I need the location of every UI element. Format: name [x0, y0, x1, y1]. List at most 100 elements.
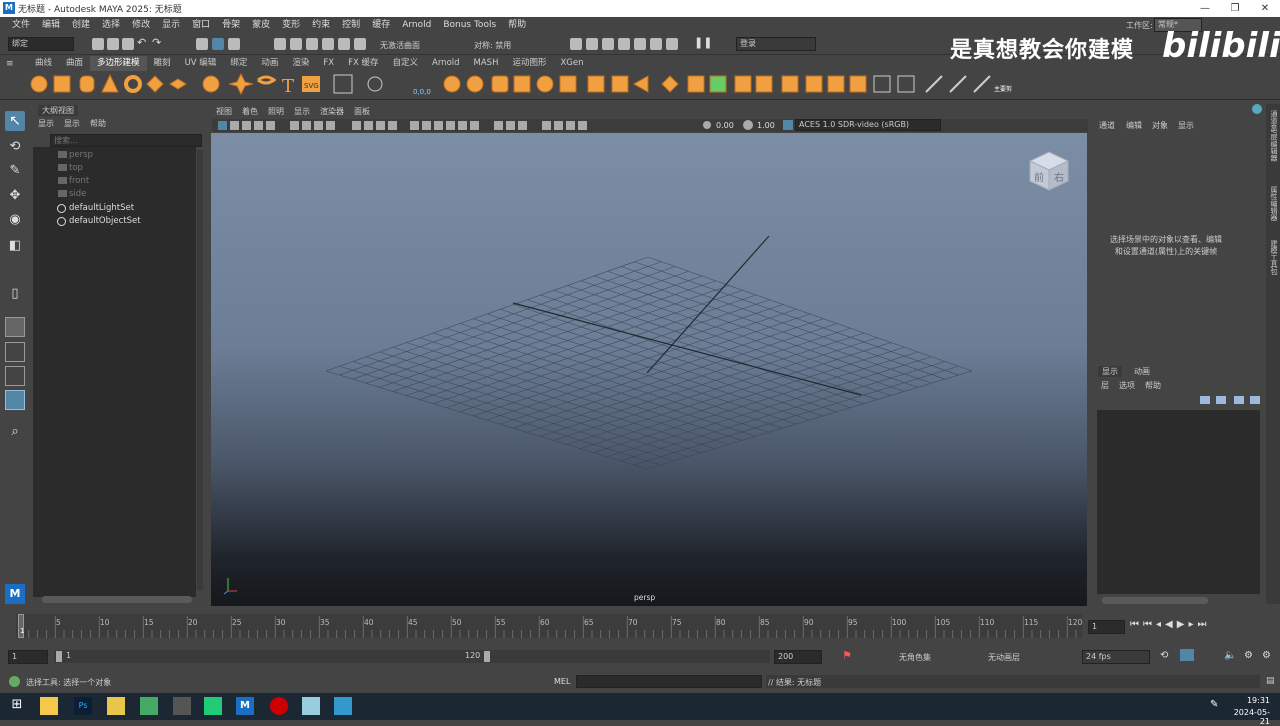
- menu-skeleton[interactable]: 骨架: [216, 17, 246, 34]
- snap-center-icon[interactable]: [338, 38, 350, 50]
- shelf-tab-rendering[interactable]: 渲染: [285, 56, 316, 71]
- recorder-icon[interactable]: [270, 697, 288, 715]
- shelf-tab-curves[interactable]: 曲线: [28, 56, 59, 71]
- viewport-menu-show[interactable]: 显示: [294, 106, 310, 117]
- menu-deform[interactable]: 变形: [276, 17, 306, 34]
- range-start-handle[interactable]: [56, 651, 62, 662]
- fps-dropdown[interactable]: 24 fps: [1082, 650, 1150, 664]
- play-backward-icon[interactable]: ◀: [1165, 619, 1177, 630]
- four-pane-icon[interactable]: [5, 342, 25, 362]
- qq-browser-icon[interactable]: [204, 697, 222, 715]
- save-scene-icon[interactable]: [122, 38, 134, 50]
- outliner-hscrollbar[interactable]: [42, 596, 192, 603]
- shelf-tab-motion-graphics[interactable]: 运动图形: [505, 56, 553, 71]
- ipr-render-icon[interactable]: [602, 38, 614, 50]
- character-set-dropdown[interactable]: 无角色集: [899, 652, 931, 663]
- go-to-start-icon[interactable]: ⏮: [1130, 619, 1143, 630]
- menu-skin[interactable]: 蒙皮: [246, 17, 276, 34]
- paint-select-icon[interactable]: ✎: [5, 161, 25, 181]
- outliner-layout-icon[interactable]: [5, 390, 25, 410]
- undo-icon[interactable]: ↶: [137, 36, 149, 49]
- auto-key-icon[interactable]: ⚑: [842, 649, 852, 662]
- viewport-menu-renderer[interactable]: 渲染器: [320, 106, 344, 117]
- layer-menu-help[interactable]: 帮助: [1145, 380, 1161, 391]
- tab-attribute-editor[interactable]: 属性编辑器: [1267, 186, 1279, 221]
- menu-bonus-tools[interactable]: Bonus Tools: [437, 17, 502, 34]
- arnold-render-icon[interactable]: [666, 38, 678, 50]
- new-layer-selected-icon[interactable]: [1250, 396, 1260, 404]
- viewport-menu-panels[interactable]: 面板: [354, 106, 370, 117]
- render-settings-icon[interactable]: [618, 38, 630, 50]
- menu-create[interactable]: 创建: [66, 17, 96, 34]
- channel-menu-show[interactable]: 显示: [1178, 120, 1194, 131]
- notepad-icon[interactable]: [107, 697, 125, 715]
- select-component-icon[interactable]: [228, 38, 240, 50]
- outliner-menu-show[interactable]: 显示: [64, 118, 80, 129]
- outliner-search-input[interactable]: [50, 134, 202, 147]
- step-back-key-icon[interactable]: ⏮: [1143, 619, 1156, 630]
- layer-tab-display[interactable]: 显示: [1098, 366, 1122, 377]
- outliner-item-default-object-set[interactable]: defaultObjectSet: [69, 216, 141, 226]
- outliner-item-side[interactable]: side: [69, 189, 86, 199]
- layer-list[interactable]: [1097, 410, 1260, 594]
- menu-arnold[interactable]: Arnold: [396, 17, 437, 34]
- menu-edit[interactable]: 编辑: [36, 17, 66, 34]
- shelf-tab-animation[interactable]: 动画: [254, 56, 285, 71]
- shelf-tab-uv-editing[interactable]: UV 编辑: [178, 56, 224, 71]
- pen-icon[interactable]: ✎: [1210, 699, 1218, 710]
- shelf-tab-xgen[interactable]: XGen: [553, 56, 590, 71]
- file-explorer-icon[interactable]: [40, 697, 58, 715]
- search-icon[interactable]: ⌕: [5, 422, 25, 442]
- shelf-tab-arnold[interactable]: Arnold: [425, 56, 467, 71]
- render-current-icon[interactable]: [586, 38, 598, 50]
- color-management-icon[interactable]: [783, 120, 793, 130]
- redo-icon[interactable]: ↷: [152, 36, 164, 49]
- minimize-icon[interactable]: —: [1190, 0, 1220, 17]
- outliner-menu-display[interactable]: 显示: [38, 118, 54, 129]
- menu-modify[interactable]: 修改: [126, 17, 156, 34]
- render-view-icon[interactable]: [650, 38, 662, 50]
- tab-channel-box[interactable]: 通道盒/层编辑器: [1267, 110, 1279, 161]
- outliner-title[interactable]: 大纲视图: [38, 105, 78, 116]
- char-set-icon[interactable]: ⚙: [1262, 650, 1271, 661]
- layer-move-up-icon[interactable]: [1200, 396, 1210, 404]
- snap-grid-icon[interactable]: [274, 38, 286, 50]
- channel-menu-channels[interactable]: 通道: [1099, 120, 1115, 131]
- menu-select[interactable]: 选择: [96, 17, 126, 34]
- shelf-tab-surfaces[interactable]: 曲面: [59, 56, 90, 71]
- move-tool-icon[interactable]: ✥: [5, 186, 25, 206]
- open-scene-icon[interactable]: [107, 38, 119, 50]
- app-icon[interactable]: [173, 697, 191, 715]
- range-slider[interactable]: [54, 650, 770, 663]
- play-forward-icon[interactable]: ▶: [1177, 619, 1189, 630]
- exposure-value[interactable]: 0.00: [716, 121, 734, 130]
- color-space-dropdown[interactable]: ACES 1.0 SDR-video (sRGB): [795, 119, 941, 131]
- go-to-end-icon[interactable]: ⏭: [1197, 619, 1210, 630]
- single-pane-icon[interactable]: [5, 317, 25, 337]
- layer-menu-layers[interactable]: 层: [1101, 380, 1109, 391]
- viewport-menu-lighting[interactable]: 照明: [268, 106, 284, 117]
- help-icon[interactable]: [1252, 104, 1262, 114]
- shelf-tab-poly-modeling[interactable]: 多边形建模: [90, 56, 147, 71]
- new-scene-icon[interactable]: [92, 38, 104, 50]
- animation-end-field[interactable]: 200: [774, 650, 822, 664]
- snap-plane-icon[interactable]: [322, 38, 334, 50]
- shelf-tab-rigging[interactable]: 绑定: [223, 56, 254, 71]
- channel-menu-edit[interactable]: 编辑: [1126, 120, 1142, 131]
- new-layer-icon[interactable]: [1234, 396, 1244, 404]
- select-tool-icon[interactable]: ↖: [5, 111, 25, 131]
- command-input[interactable]: [576, 675, 762, 688]
- cached-playback-icon[interactable]: [1180, 649, 1194, 661]
- shelf-settings-icon[interactable]: ≡: [6, 59, 16, 69]
- animation-start-field[interactable]: 1: [8, 650, 48, 664]
- close-icon[interactable]: ✕: [1250, 0, 1280, 17]
- view-cube[interactable]: 前 右: [1028, 150, 1070, 192]
- outliner-item-persp[interactable]: persp: [69, 150, 93, 160]
- viewport-menu-view[interactable]: 视图: [216, 106, 232, 117]
- windows-start-icon[interactable]: ⊞: [8, 697, 26, 715]
- hypershade-icon[interactable]: [634, 38, 646, 50]
- scale-tool-icon[interactable]: ◧: [5, 236, 25, 256]
- shelf-tab-mash[interactable]: MASH: [467, 56, 506, 71]
- script-lang-toggle[interactable]: MEL: [554, 677, 570, 686]
- layer-tab-animation[interactable]: 动画: [1130, 366, 1154, 377]
